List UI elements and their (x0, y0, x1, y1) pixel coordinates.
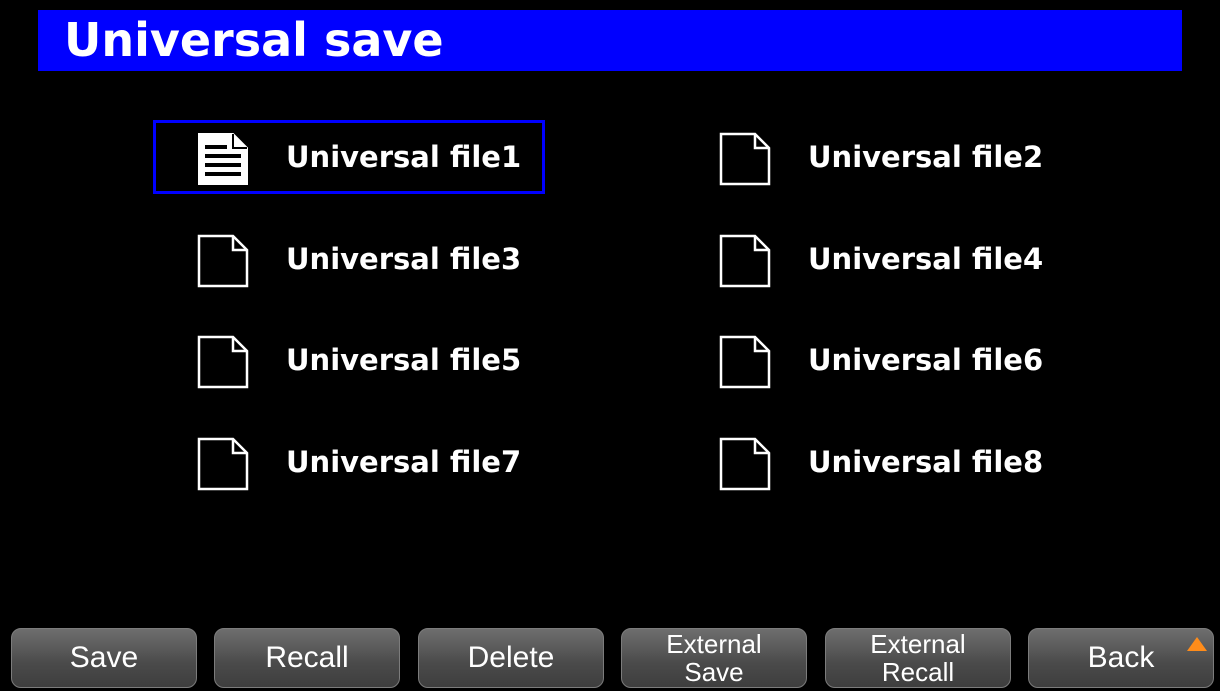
file-label: Universal file2 (808, 140, 1044, 174)
back-button[interactable]: Back (1028, 628, 1214, 688)
up-arrow-indicator-icon (1187, 637, 1207, 651)
blank-document-icon (718, 233, 772, 289)
file-label: Universal file8 (808, 445, 1044, 479)
external-save-label-line2: Save (684, 657, 744, 687)
save-button[interactable]: Save (11, 628, 197, 688)
file-slot-7[interactable]: Universal file7 (153, 425, 545, 499)
page-title: Universal save (64, 13, 444, 67)
file-slot-1[interactable]: Universal file1 (153, 120, 545, 194)
blank-document-icon (196, 436, 250, 492)
blank-document-icon (196, 233, 250, 289)
title-bar: Universal save (38, 10, 1182, 71)
file-slot-5[interactable]: Universal file5 (153, 323, 545, 397)
file-label: Universal file6 (808, 343, 1044, 377)
recall-button[interactable]: Recall (214, 628, 400, 688)
save-button-label: Save (69, 641, 139, 674)
recall-button-label: Recall (265, 641, 349, 674)
external-recall-label-line1: External (870, 629, 966, 659)
file-label: Universal file1 (286, 140, 522, 174)
file-label: Universal file5 (286, 343, 522, 377)
file-slot-3[interactable]: Universal file3 (153, 222, 545, 296)
blank-document-icon (718, 334, 772, 390)
file-slot-4[interactable]: Universal file4 (675, 222, 1067, 296)
file-label: Universal file3 (286, 242, 522, 276)
blank-document-icon (196, 334, 250, 390)
blank-document-icon (718, 131, 772, 187)
file-label: Universal file7 (286, 445, 522, 479)
delete-button-label: Delete (467, 641, 555, 674)
external-recall-button[interactable]: External Recall (825, 628, 1011, 688)
file-label: Universal file4 (808, 242, 1044, 276)
external-save-label-line1: External (666, 629, 762, 659)
file-slot-6[interactable]: Universal file6 (675, 323, 1067, 397)
blank-document-icon (718, 436, 772, 492)
external-save-button[interactable]: External Save (621, 628, 807, 688)
delete-button[interactable]: Delete (418, 628, 604, 688)
file-slot-2[interactable]: Universal file2 (675, 120, 1067, 194)
external-recall-label-line2: Recall (881, 657, 955, 687)
back-button-label: Back (1087, 641, 1155, 674)
file-slot-8[interactable]: Universal file8 (675, 425, 1067, 499)
document-with-lines-icon (196, 131, 250, 187)
